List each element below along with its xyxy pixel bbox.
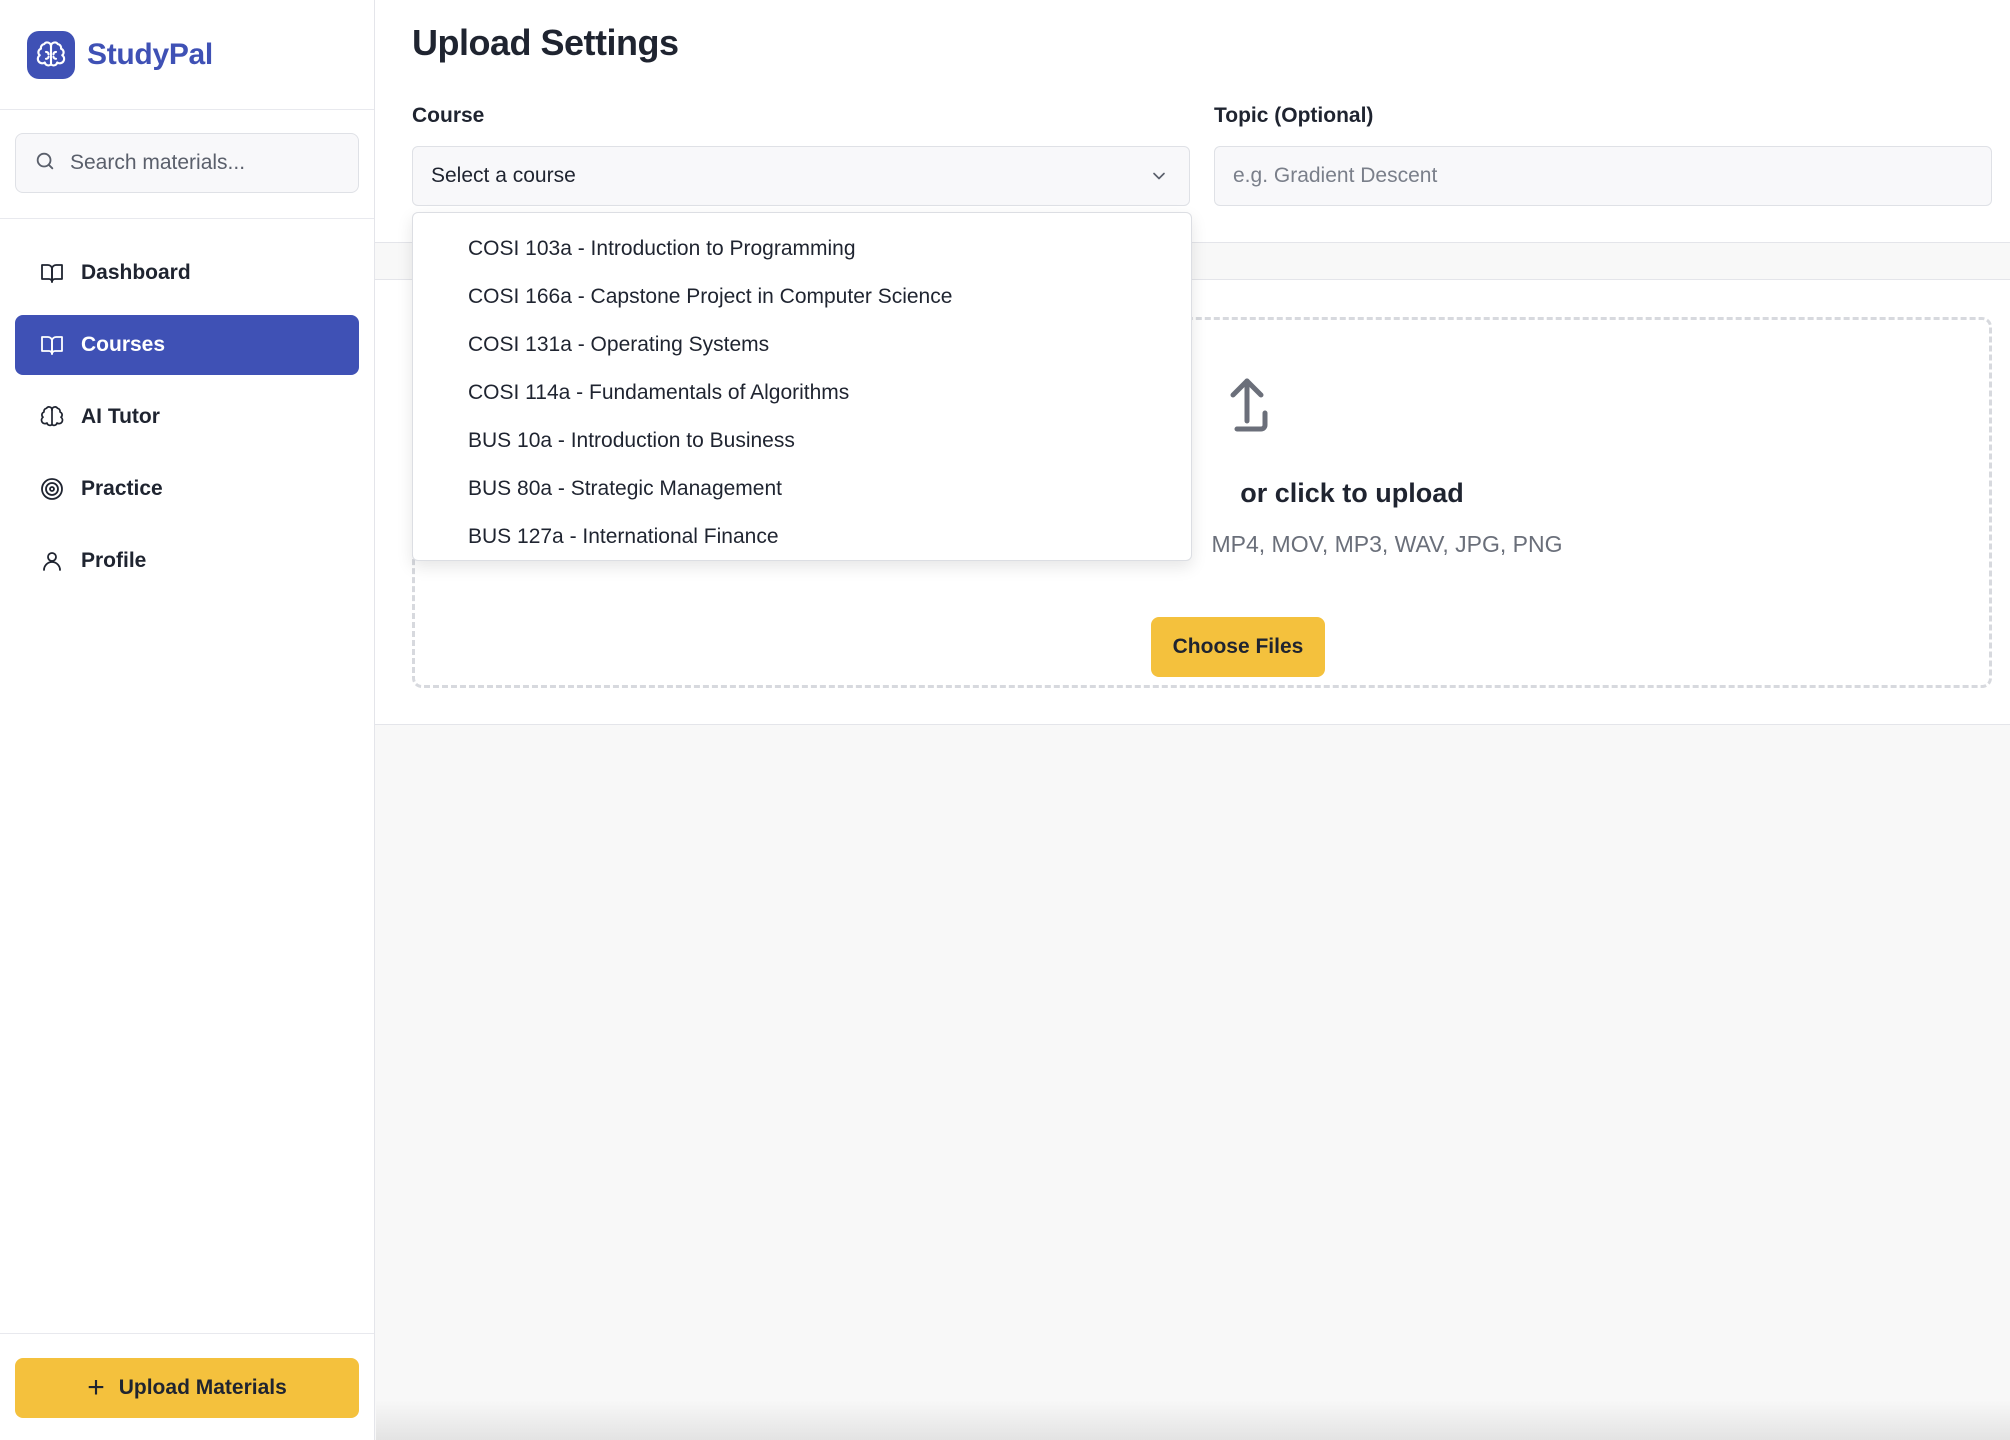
course-option[interactable]: BUS 127a - International Finance <box>413 513 1191 561</box>
course-select[interactable]: Select a course <box>412 146 1190 206</box>
dropzone-title-text: or click to upload <box>1240 478 1464 508</box>
course-label: Course <box>412 104 485 127</box>
brain-logo-icon[interactable] <box>27 30 75 79</box>
course-option[interactable]: COSI 114a - Fundamentals of Algorithms <box>413 369 1191 417</box>
target-icon <box>39 476 65 502</box>
upload-settings-card: Upload Settings Course Select a course T… <box>375 0 2010 243</box>
choose-files-button[interactable]: Choose Files <box>1151 617 1325 677</box>
sidebar-item-practice[interactable]: Practice <box>15 459 359 519</box>
upload-icon <box>1225 375 1281 446</box>
sidebar-item-label: Practice <box>81 477 163 500</box>
upload-materials-button[interactable]: + Upload Materials <box>15 1358 359 1418</box>
course-option[interactable]: COSI 131a - Operating Systems <box>413 321 1191 369</box>
sidebar-item-ai-tutor[interactable]: AI Tutor <box>15 387 359 447</box>
course-option[interactable]: COSI 166a - Capstone Project in Computer… <box>413 273 1191 321</box>
sidebar-item-profile[interactable]: Profile <box>15 531 359 591</box>
chevron-down-icon <box>1149 166 1169 192</box>
course-option[interactable]: COSI 103a - Introduction to Programming <box>413 225 1191 273</box>
plus-icon: + <box>87 1371 105 1404</box>
upload-materials-label: Upload Materials <box>118 1376 287 1399</box>
book-open-icon <box>39 332 65 358</box>
topic-input[interactable] <box>1214 146 1992 206</box>
sidebar-item-label: Dashboard <box>81 261 191 284</box>
search-input[interactable] <box>70 151 330 175</box>
sidebar-item-label: AI Tutor <box>81 405 160 428</box>
user-icon <box>39 548 65 574</box>
book-open-icon <box>39 260 65 286</box>
brand-name[interactable]: StudyPal <box>87 38 213 72</box>
topic-label: Topic (Optional) <box>1214 104 1374 127</box>
sidebar-item-courses[interactable]: Courses <box>15 315 359 375</box>
course-select-value: Select a course <box>431 164 576 187</box>
sidebar-item-dashboard[interactable]: Dashboard <box>15 243 359 303</box>
sidebar-item-label: Profile <box>81 549 147 572</box>
bottom-shadow <box>376 1400 2010 1440</box>
dropzone-formats-text: MP4, MOV, MP3, WAV, JPG, PNG <box>1211 531 1563 557</box>
upload-section: + Upload Materials <box>0 1333 374 1440</box>
search-section <box>0 110 374 219</box>
page-title: Upload Settings <box>412 22 679 63</box>
sidebar: StudyPal Dashboard <box>0 0 375 1440</box>
sidebar-item-label: Courses <box>81 333 166 356</box>
brand-header: StudyPal <box>0 0 374 110</box>
course-dropdown-menu: COSI 103a - Introduction to Programming … <box>412 212 1192 561</box>
course-option[interactable]: BUS 80a - Strategic Management <box>413 465 1191 513</box>
brain-icon <box>39 404 65 430</box>
search-box[interactable] <box>15 133 359 193</box>
course-option[interactable]: BUS 10a - Introduction to Business <box>413 417 1191 465</box>
sidebar-nav: Dashboard Courses AI Tutor Practice Prof… <box>0 219 374 591</box>
search-icon <box>34 150 56 177</box>
